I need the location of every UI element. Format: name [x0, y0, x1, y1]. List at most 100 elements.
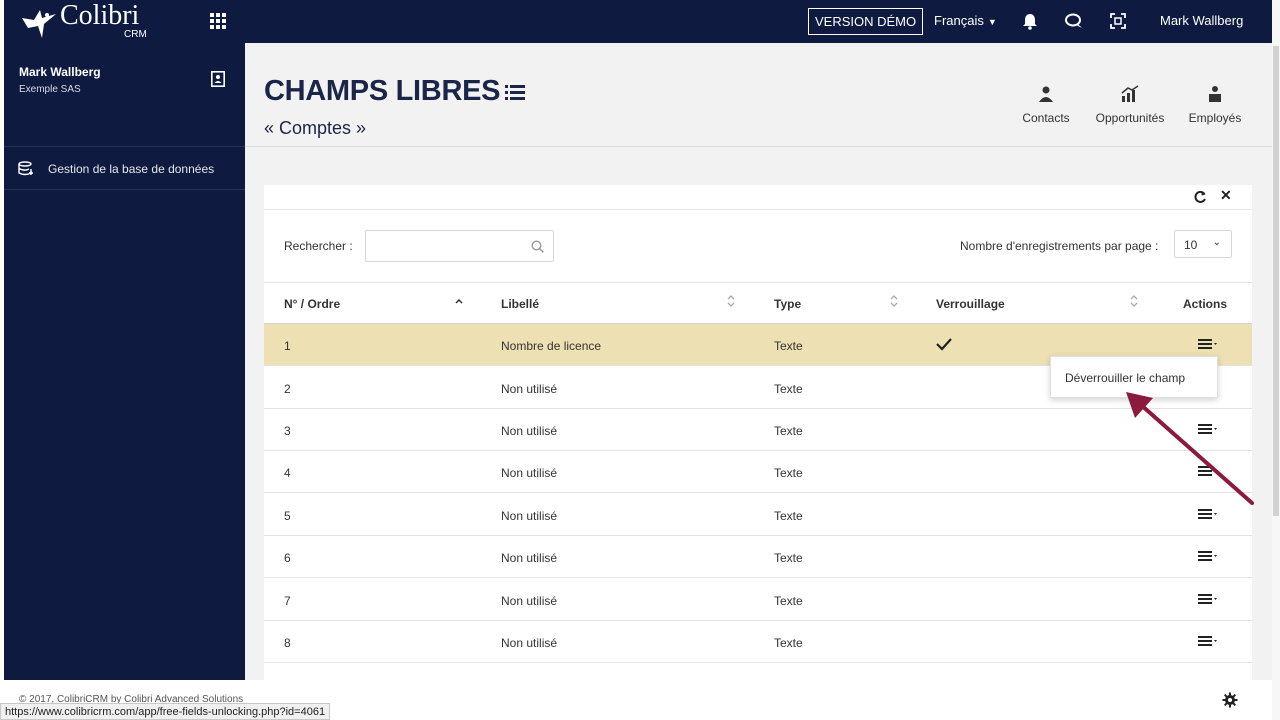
cell-type: Texte [774, 466, 803, 480]
sidebar-company-name: Exemple SAS [19, 84, 81, 95]
quick-link-employees[interactable]: Employés [1187, 85, 1243, 127]
language-label: Français [934, 13, 984, 28]
cell-label: Nombre de licence [501, 339, 602, 353]
bell-icon[interactable] [1021, 12, 1039, 30]
unlock-field-menu-item[interactable]: Déverrouiller le champ [1065, 371, 1185, 385]
table-header: N° / Ordre Libellé Type Verrouillage Act… [264, 282, 1252, 324]
table-row[interactable]: 3 Non utilisé Texte [264, 409, 1252, 451]
row-actions-menu-icon[interactable] [1198, 508, 1220, 520]
sort-icon[interactable] [889, 294, 899, 308]
table-row[interactable]: 8 Non utilisé Texte [264, 621, 1252, 663]
main-content: CHAMPS LIBRES « Comptes » Contacts Oppor… [245, 43, 1272, 680]
row-actions-menu-icon[interactable] [1198, 550, 1220, 562]
row-actions-menu-icon[interactable] [1198, 423, 1220, 435]
table-row[interactable]: 4 Non utilisé Texte [264, 451, 1252, 493]
employee-icon [1209, 86, 1221, 102]
sidebar-item-label: Gestion de la base de données [48, 162, 215, 176]
demo-version-button[interactable]: VERSION DÉMO [808, 8, 924, 35]
row-actions-menu-icon[interactable] [1198, 593, 1220, 605]
gear-icon[interactable] [1222, 692, 1238, 708]
refresh-icon[interactable] [1193, 190, 1207, 204]
sidebar-item-database-management[interactable]: Gestion de la base de données [4, 151, 245, 189]
cell-label: Non utilisé [501, 424, 558, 438]
top-navigation-bar: Colibri CRM VERSION DÉMO Français ▼ Mark … [4, 0, 1272, 43]
column-header-type[interactable]: Type [774, 297, 801, 311]
list-icon[interactable] [505, 83, 525, 101]
browser-status-url: https://www.colibricrm.com/app/free-fiel… [0, 703, 331, 720]
per-page-label: Nombre d'enregistrements par page : [960, 239, 1159, 253]
quick-link-label: Contacts [1022, 111, 1070, 125]
close-icon[interactable]: ✕ [1220, 187, 1232, 204]
logo-text: Colibri [60, 0, 140, 31]
row-actions-menu-icon[interactable] [1198, 338, 1220, 350]
cell-number: 2 [284, 382, 291, 396]
page-header: CHAMPS LIBRES « Comptes » Contacts Oppor… [245, 43, 1272, 147]
sort-icon[interactable] [1129, 294, 1139, 308]
quick-link-contacts[interactable]: Contacts [1021, 85, 1071, 127]
cell-number: 7 [284, 594, 291, 608]
table-row[interactable]: 7 Non utilisé Texte [264, 579, 1252, 621]
page-scrollbar[interactable] [1272, 0, 1280, 720]
cell-number: 8 [284, 636, 291, 650]
cell-type: Texte [774, 551, 803, 565]
table-row[interactable]: 5 Non utilisé Texte [264, 494, 1252, 536]
quick-link-label: Opportunités [1095, 111, 1165, 125]
cell-type: Texte [774, 509, 803, 523]
chart-icon [1121, 85, 1139, 102]
cell-label: Non utilisé [501, 382, 558, 396]
cell-label: Non utilisé [501, 551, 558, 565]
search-input[interactable] [365, 230, 554, 262]
chat-icon[interactable] [1065, 12, 1083, 30]
scrollbar-thumb[interactable] [1273, 46, 1279, 516]
column-header-label[interactable]: Libellé [501, 297, 539, 311]
profile-card-icon[interactable] [211, 71, 225, 87]
panel-toolbar: ✕ [264, 185, 1252, 210]
table-row[interactable]: 6 Non utilisé Texte [264, 536, 1252, 578]
contacts-icon [1039, 86, 1053, 102]
search-icon [531, 240, 544, 253]
cell-type: Texte [774, 594, 803, 608]
column-header-lock[interactable]: Verrouillage [936, 297, 1005, 311]
per-page-value: 10 [1184, 238, 1198, 252]
cell-type: Texte [774, 382, 803, 396]
row-actions-dropdown: Déverrouiller le champ [1050, 356, 1218, 398]
cell-type: Texte [774, 424, 803, 438]
cell-label: Non utilisé [501, 466, 558, 480]
sort-asc-icon[interactable] [454, 294, 464, 308]
user-menu[interactable]: Mark Wallberg [1160, 13, 1243, 28]
checkmark-icon [936, 338, 952, 351]
row-actions-menu-icon[interactable] [1198, 635, 1220, 647]
language-selector[interactable]: Français ▼ [934, 13, 997, 28]
column-header-actions: Actions [1183, 297, 1228, 311]
cell-number: 4 [284, 466, 291, 480]
database-icon [18, 161, 33, 176]
sidebar: Mark Wallberg Exemple SAS Gestion de la … [4, 43, 245, 680]
quick-link-opportunities[interactable]: Opportunités [1093, 85, 1167, 127]
cell-label: Non utilisé [501, 594, 558, 608]
column-header-number[interactable]: N° / Ordre [284, 297, 340, 311]
apps-grid-icon[interactable] [210, 13, 226, 29]
page-title: CHAMPS LIBRES [264, 75, 501, 107]
per-page-select[interactable]: 10 ⌄ [1174, 230, 1232, 258]
fullscreen-icon[interactable] [1109, 12, 1127, 30]
search-label: Rechercher : [284, 239, 353, 253]
cell-label: Non utilisé [501, 636, 558, 650]
hummingbird-logo-icon [22, 10, 56, 38]
chevron-down-icon: ⌄ [1212, 237, 1221, 248]
cell-type: Texte [774, 339, 803, 353]
cell-number: 1 [284, 339, 291, 353]
row-actions-menu-icon[interactable] [1198, 465, 1220, 477]
quick-link-label: Employés [1188, 111, 1242, 125]
page-subtitle: « Comptes » [264, 118, 367, 138]
free-fields-panel: ✕ Rechercher : Nombre d'enregistrements … [264, 185, 1252, 680]
cell-number: 6 [284, 551, 291, 565]
cell-type: Texte [774, 636, 803, 650]
cell-number: 5 [284, 509, 291, 523]
logo-subtitle: CRM [124, 29, 147, 40]
sidebar-divider [4, 189, 245, 190]
cell-label: Non utilisé [501, 509, 558, 523]
sidebar-user-name: Mark Wallberg [19, 65, 101, 79]
sidebar-divider [4, 146, 245, 147]
sort-icon[interactable] [726, 294, 736, 308]
chevron-down-icon: ▼ [987, 17, 997, 27]
